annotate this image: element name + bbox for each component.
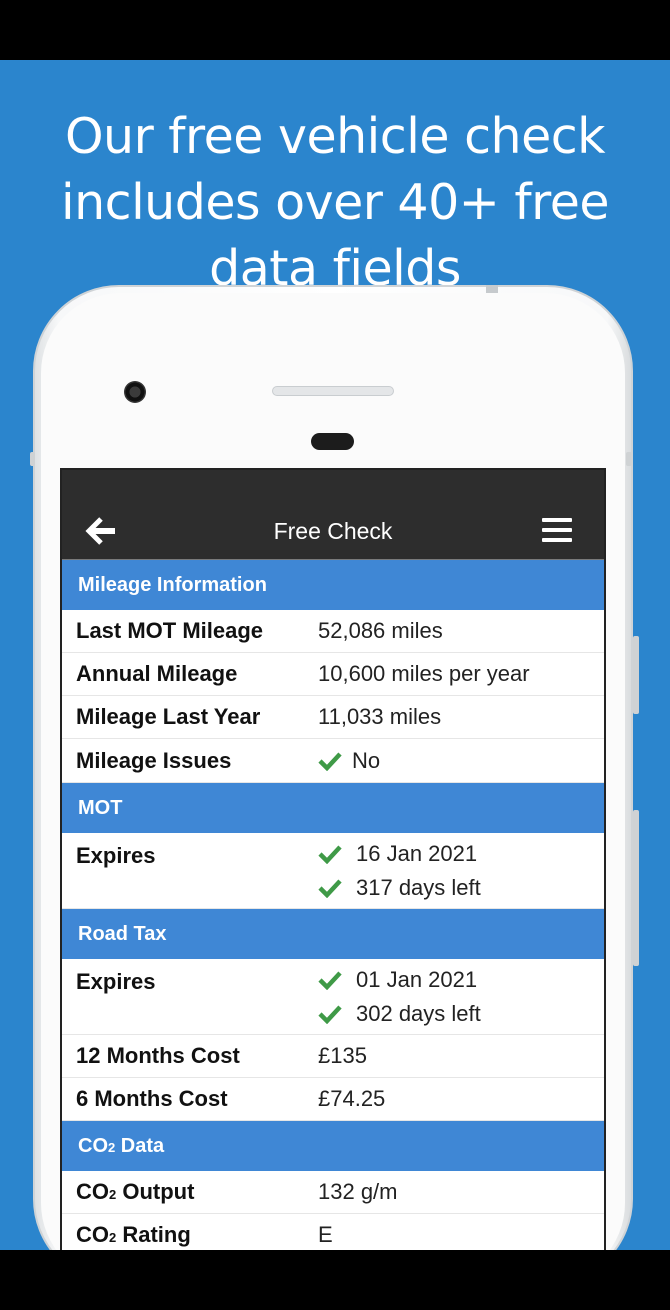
top-black-bar	[0, 0, 670, 60]
earpiece-speaker	[272, 386, 394, 396]
check-icon	[318, 879, 342, 898]
co2-title-prefix: CO	[78, 1135, 108, 1157]
row-label: CO 2 Rating	[76, 1222, 191, 1247]
table-row: Mileage Last Year 11,033 miles	[62, 696, 604, 739]
table-row: Expires 01 Jan 2021 302 days left	[62, 959, 604, 1035]
headline-line-1: Our free vehicle check	[64, 108, 606, 165]
row-label: Annual Mileage	[76, 661, 238, 686]
vehicle-check-content: Mileage Information Last MOT Mileage 52,…	[62, 560, 604, 1257]
section-header-road-tax: Road Tax	[62, 909, 604, 959]
check-icon	[318, 751, 342, 771]
row-value: 01 Jan 2021 302 days left	[318, 963, 604, 1031]
check-icon	[318, 971, 342, 990]
row-label: Expires	[76, 843, 156, 868]
phone-volume-button	[633, 636, 639, 714]
proximity-sensor	[311, 433, 354, 450]
section-header-mileage: Mileage Information	[62, 560, 604, 610]
row-value: 10,600 miles per year	[318, 661, 530, 686]
phone-power-button	[633, 810, 639, 966]
row-value: 52,086 miles	[318, 618, 443, 643]
row-value: £135	[318, 1043, 367, 1068]
section-header-co2: CO 2 Data	[62, 1121, 604, 1171]
co2-label-prefix: CO	[76, 1179, 109, 1204]
mot-expiry-date: 16 Jan 2021	[356, 841, 478, 866]
row-value: £74.25	[318, 1086, 386, 1111]
phone-screen: Free Check Mileage Information Last MOT …	[60, 468, 606, 1268]
table-row: CO 2 Output 132 g/m	[62, 1171, 604, 1214]
hamburger-menu-icon[interactable]	[542, 518, 572, 544]
row-value: E	[318, 1222, 333, 1247]
table-row: Mileage Issues No	[62, 739, 604, 783]
phone-left-edge	[30, 452, 35, 466]
check-icon	[318, 1005, 342, 1024]
tax-days-left: 302 days left	[356, 1001, 481, 1026]
tax-expiry-date: 01 Jan 2021	[356, 967, 478, 992]
bottom-black-bar	[0, 1250, 670, 1310]
row-label: 6 Months Cost	[76, 1086, 228, 1111]
mileage-issues-value: No	[352, 747, 381, 773]
app-title: Free Check	[273, 518, 393, 544]
co2-label-prefix: CO	[76, 1222, 109, 1247]
promo-headline: Our free vehicle check includes over 40+…	[0, 104, 670, 302]
table-row: Expires 16 Jan 2021 317 days left	[62, 833, 604, 909]
row-value: 16 Jan 2021 317 days left	[318, 837, 604, 905]
row-label: Last MOT Mileage	[76, 618, 264, 643]
phone-top-tab	[486, 285, 498, 293]
row-label: 12 Months Cost	[76, 1043, 240, 1068]
row-label: Mileage Last Year	[76, 704, 261, 729]
row-value: 132 g/m	[318, 1179, 398, 1204]
row-label: Mileage Issues	[76, 747, 232, 773]
row-label: Expires	[76, 969, 156, 994]
row-value: No	[318, 744, 604, 778]
co2-label-suffix: Output	[116, 1179, 195, 1204]
row-label: CO 2 Output	[76, 1179, 195, 1204]
co2-label-suffix: Rating	[116, 1222, 191, 1247]
headline-line-2: includes over 40+ free	[60, 174, 610, 231]
phone-right-edge	[626, 452, 632, 466]
section-header-mot: MOT	[62, 783, 604, 833]
app-bar: Free Check	[62, 470, 604, 560]
table-row: 6 Months Cost £74.25	[62, 1078, 604, 1121]
table-row: Last MOT Mileage 52,086 miles	[62, 610, 604, 653]
check-icon	[318, 845, 342, 864]
mot-days-left: 317 days left	[356, 875, 481, 900]
row-value: 11,033 miles	[318, 704, 442, 729]
co2-title-suffix: Data	[115, 1135, 165, 1157]
table-row: Annual Mileage 10,600 miles per year	[62, 653, 604, 696]
table-row: 12 Months Cost £135	[62, 1035, 604, 1078]
front-camera-icon	[124, 381, 146, 403]
